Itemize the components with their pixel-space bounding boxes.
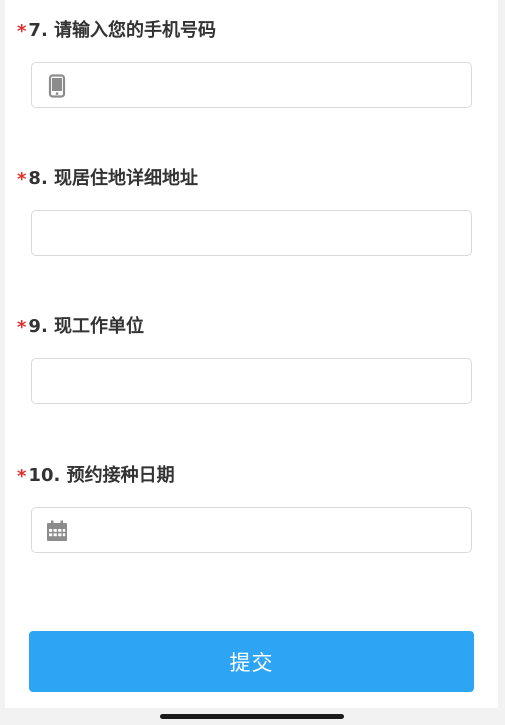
required-mark: * bbox=[17, 20, 27, 42]
required-mark: * bbox=[17, 168, 27, 190]
address-field[interactable] bbox=[31, 210, 472, 256]
date-field[interactable] bbox=[31, 507, 472, 553]
question-label: * 9. 现工作单位 bbox=[17, 309, 144, 341]
question-label: * 8. 现居住地详细地址 bbox=[17, 161, 198, 193]
phone-field[interactable] bbox=[31, 62, 472, 108]
workplace-field[interactable] bbox=[31, 358, 472, 404]
required-mark: * bbox=[17, 316, 27, 338]
phone-input[interactable] bbox=[32, 63, 471, 107]
question-title: 10. 预约接种日期 bbox=[28, 465, 175, 486]
question-title: 8. 现居住地详细地址 bbox=[28, 168, 199, 189]
question-title: 9. 现工作单位 bbox=[28, 316, 145, 337]
date-input[interactable] bbox=[32, 508, 471, 552]
submit-button[interactable]: 提交 bbox=[29, 631, 474, 692]
home-indicator[interactable] bbox=[160, 714, 344, 719]
question-label: * 7. 请输入您的手机号码 bbox=[17, 13, 216, 45]
page: * 7. 请输入您的手机号码 * 8. 现居住地详细地址 * 9. 现工作单位 … bbox=[0, 0, 505, 725]
question-label: * 10. 预约接种日期 bbox=[17, 458, 175, 490]
required-mark: * bbox=[17, 465, 27, 487]
question-title: 7. 请输入您的手机号码 bbox=[28, 20, 217, 41]
address-input[interactable] bbox=[32, 211, 471, 255]
form-card: * 7. 请输入您的手机号码 * 8. 现居住地详细地址 * 9. 现工作单位 … bbox=[5, 0, 498, 708]
workplace-input[interactable] bbox=[32, 359, 471, 403]
